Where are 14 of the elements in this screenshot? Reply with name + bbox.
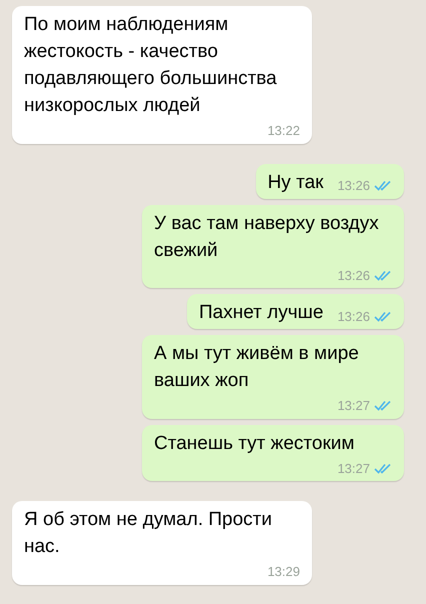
message-text: Я об этом не думал. Прости нас. [24, 508, 273, 559]
message-time: 13:26 [337, 266, 370, 284]
message-text: По моим наблюдениям жестокость - качество подавляющего большинства низкорослых людей [24, 13, 278, 118]
message-time: 13:26 [337, 177, 370, 195]
message-time: 13:26 [337, 308, 370, 326]
message-time: 13:22 [267, 122, 300, 140]
message-time: 13:27 [337, 460, 370, 478]
message-text: У вас там наверху воздух свежий [154, 212, 380, 262]
message-text: А мы тут живём в мире ваших жоп [154, 342, 360, 393]
message-time: 13:29 [267, 563, 300, 581]
message-text: Пахнет лучше [199, 301, 324, 325]
message-text: Ну так [268, 170, 324, 194]
message-text: Станешь тут жестоким [154, 432, 356, 456]
message-time: 13:27 [337, 397, 370, 415]
